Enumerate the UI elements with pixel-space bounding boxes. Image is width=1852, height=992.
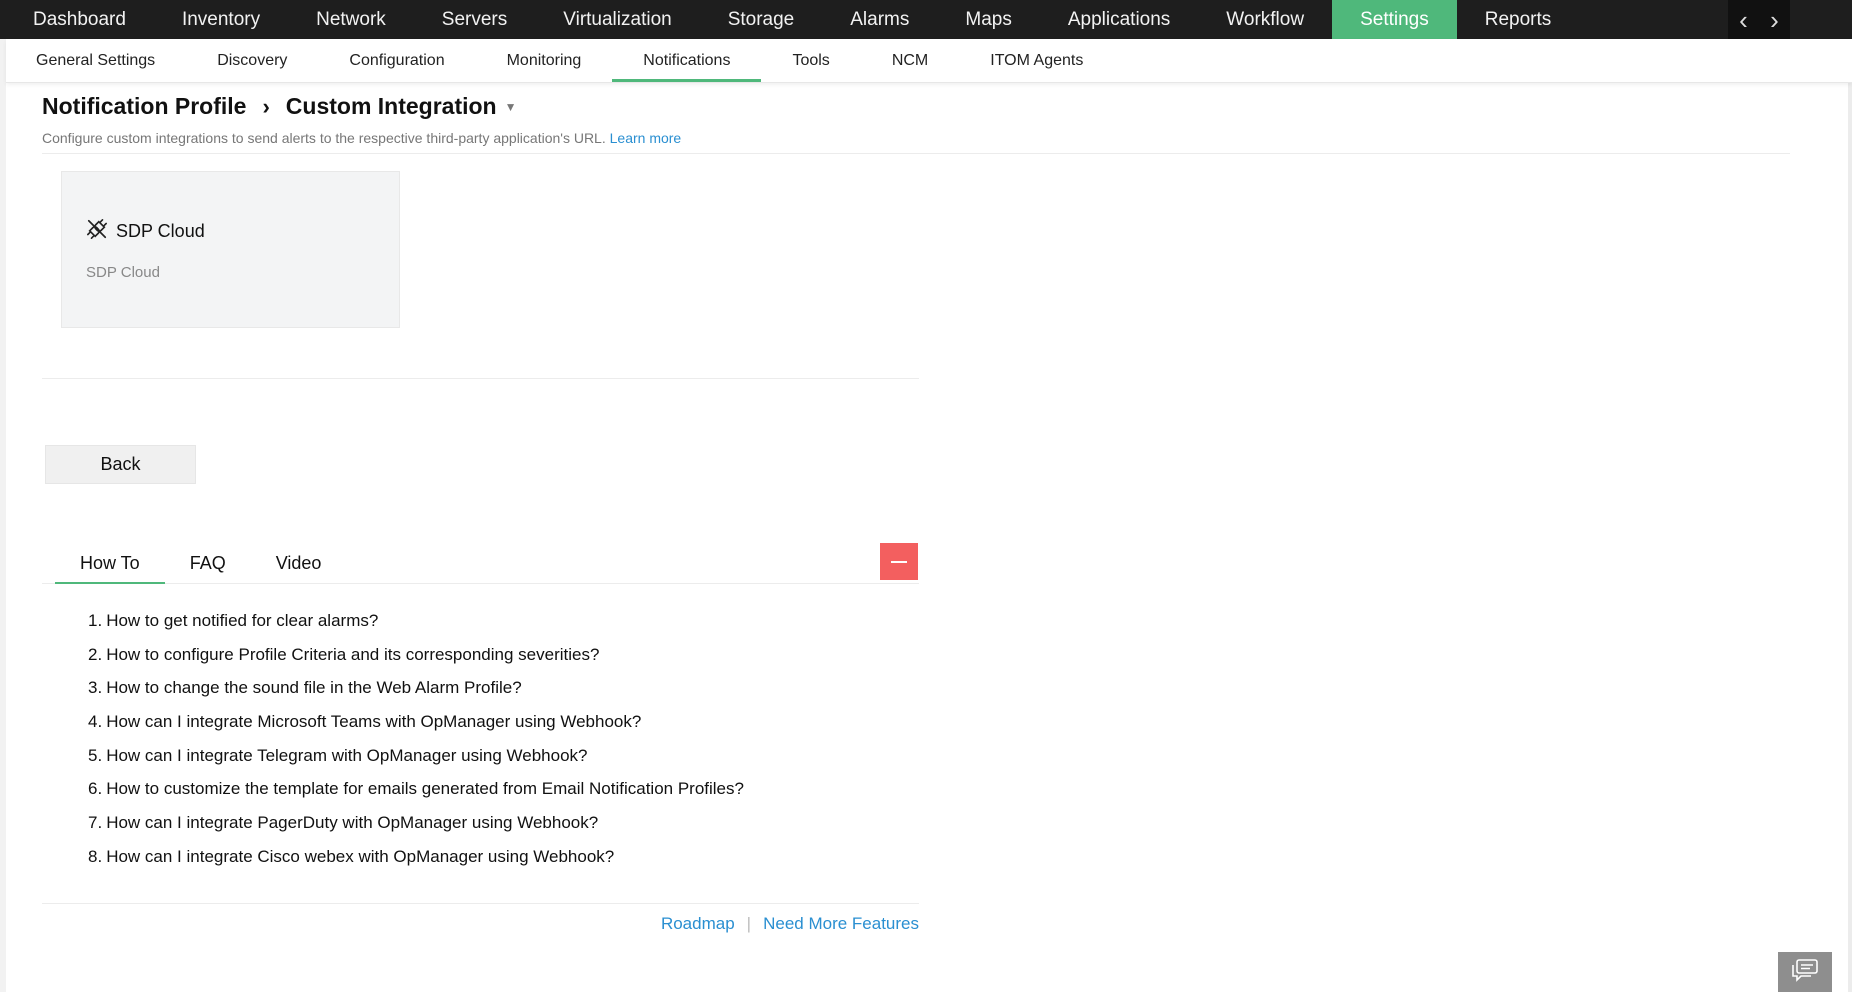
subnav-notifications[interactable]: Notifications [612,39,762,82]
plug-link-icon [86,218,108,245]
help-tabs: How To FAQ Video [42,543,919,584]
nav-inventory[interactable]: Inventory [154,0,288,39]
tab-faq[interactable]: FAQ [165,543,251,583]
nav-scroll-arrows: ‹ › [1728,0,1790,39]
nav-servers[interactable]: Servers [414,0,535,39]
chat-button[interactable] [1778,952,1832,992]
nav-virtualization[interactable]: Virtualization [535,0,699,39]
page-description: Configure custom integrations to send al… [42,130,681,146]
list-item[interactable]: 2. How to configure Profile Criteria and … [88,644,744,678]
subnav-itom-agents[interactable]: ITOM Agents [959,39,1114,82]
need-more-features-link[interactable]: Need More Features [763,914,919,934]
page-scrollbar[interactable] [1848,83,1852,992]
nav-maps[interactable]: Maps [937,0,1039,39]
subnav-general-settings[interactable]: General Settings [6,39,186,82]
divider [42,153,1790,154]
nav-workflow[interactable]: Workflow [1198,0,1332,39]
divider [42,903,919,904]
subnav-monitoring[interactable]: Monitoring [476,39,613,82]
list-item[interactable]: 1. How to get notified for clear alarms? [88,610,744,644]
link-separator: | [746,914,752,933]
settings-subnav: General Settings Discovery Configuration… [6,39,1852,83]
list-item[interactable]: 8. How can I integrate Cisco webex with O… [88,846,744,880]
chat-icon [1791,958,1819,987]
nav-alarms[interactable]: Alarms [822,0,937,39]
nav-reports[interactable]: Reports [1457,0,1580,39]
description-text: Configure custom integrations to send al… [42,130,606,146]
top-nav: Dashboard Inventory Network Servers Virt… [0,0,1852,39]
integration-card-sdp-cloud[interactable]: SDP Cloud SDP Cloud [61,171,400,328]
collapse-help-button[interactable] [880,543,918,580]
tab-how-to[interactable]: How To [55,543,165,584]
chevron-left-icon[interactable]: ‹ [1739,7,1748,33]
nav-dashboard[interactable]: Dashboard [0,0,154,39]
back-button[interactable]: Back [45,445,196,484]
help-footer: Roadmap | Need More Features [42,914,919,934]
nav-storage[interactable]: Storage [700,0,823,39]
card-header: SDP Cloud [86,218,205,245]
nav-settings[interactable]: Settings [1332,0,1457,39]
learn-more-link[interactable]: Learn more [610,130,682,146]
divider [42,378,919,379]
subnav-discovery[interactable]: Discovery [186,39,318,82]
page-title[interactable]: Custom Integration [286,93,497,120]
page-left-border [0,39,6,992]
breadcrumb: Notification Profile › Custom Integratio… [42,93,517,120]
list-item[interactable]: 4. How can I integrate Microsoft Teams wi… [88,711,744,745]
roadmap-link[interactable]: Roadmap [661,914,735,934]
tab-video[interactable]: Video [251,543,347,583]
caret-down-icon[interactable]: ▼ [505,100,517,114]
breadcrumb-root[interactable]: Notification Profile [42,93,246,120]
chevron-right-icon[interactable]: › [1770,7,1779,33]
breadcrumb-separator: › [262,93,270,119]
list-item[interactable]: 5. How can I integrate Telegram with OpMa… [88,745,744,779]
card-subtitle: SDP Cloud [86,264,160,281]
list-item[interactable]: 7. How can I integrate PagerDuty with OpM… [88,812,744,846]
nav-network[interactable]: Network [288,0,414,39]
list-item[interactable]: 6. How to customize the template for emai… [88,778,744,812]
how-to-list: 1. How to get notified for clear alarms? … [88,610,744,880]
nav-applications[interactable]: Applications [1040,0,1198,39]
minus-icon [891,560,907,563]
subnav-tools[interactable]: Tools [761,39,860,82]
subnav-ncm[interactable]: NCM [861,39,959,82]
list-item[interactable]: 3. How to change the sound file in the We… [88,677,744,711]
card-title: SDP Cloud [116,221,205,241]
subnav-configuration[interactable]: Configuration [318,39,475,82]
